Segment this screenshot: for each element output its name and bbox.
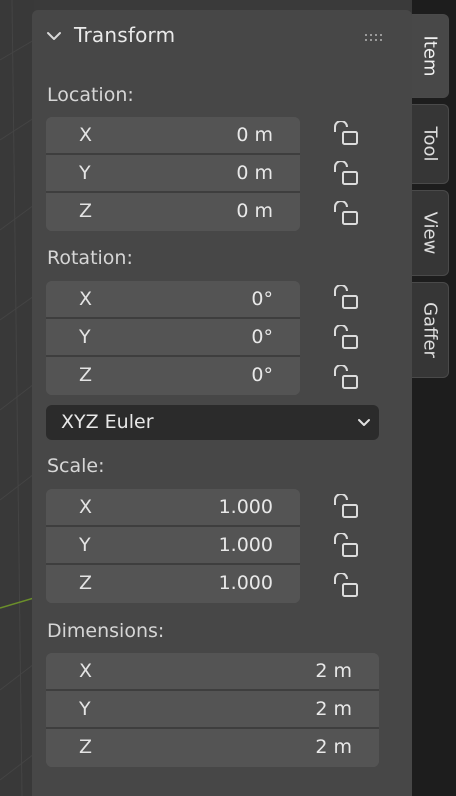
axis-label: Z [79,200,93,222]
field-value: 0° [251,326,273,348]
tab-gaffer[interactable]: Gaffer [412,282,449,378]
unlock-icon[interactable] [331,325,361,351]
field-value: 1.000 [218,496,273,518]
dimensions-label: Dimensions: [47,620,165,642]
scale-z-field[interactable]: Z 1.000 [46,565,300,603]
panel-header[interactable]: Transform [32,14,412,56]
rotation-x-field[interactable]: X 0° [46,281,300,319]
tab-item[interactable]: Item [412,14,449,98]
location-label: Location: [47,84,134,106]
location-z-field[interactable]: Z 0 m [46,193,300,231]
dimensions-z-field[interactable]: Z 2 m [46,729,379,767]
axis-label: X [79,496,93,518]
dimensions-x-field[interactable]: X 2 m [46,653,379,691]
sidebar-tab-bar: Item Tool View Gaffer [412,0,456,796]
rotation-label: Rotation: [47,247,133,269]
axis-label: Z [79,364,93,386]
axis-label: X [79,660,93,682]
scale-label: Scale: [47,455,105,477]
rotation-y-field[interactable]: Y 0° [46,319,300,357]
field-value: 2 m [315,736,352,758]
unlock-icon[interactable] [331,121,361,147]
rotation-mode-dropdown[interactable]: XYZ Euler [46,405,379,440]
field-value: 0° [251,364,273,386]
dimensions-y-field[interactable]: Y 2 m [46,691,379,729]
axis-label: X [79,288,93,310]
panel-title: Transform [74,23,176,47]
unlock-icon[interactable] [331,494,361,520]
chevron-down-icon[interactable] [44,26,64,46]
tab-label: Item [419,35,441,77]
tab-label: View [419,211,441,255]
axis-label: X [79,124,93,146]
viewport-background [0,0,34,796]
tab-label: Tool [419,126,441,162]
axis-label: Y [79,534,91,556]
axis-label: Y [79,326,91,348]
tab-tool[interactable]: Tool [412,104,449,184]
rotation-z-field[interactable]: Z 0° [46,357,300,395]
field-value: 2 m [315,698,352,720]
axis-label: Y [79,162,91,184]
field-value: 1.000 [218,534,273,556]
unlock-icon[interactable] [331,533,361,559]
axis-label: Z [79,572,93,594]
dimensions-fields: X 2 m Y 2 m Z 2 m [46,653,379,767]
unlock-icon[interactable] [331,365,361,391]
scale-x-field[interactable]: X 1.000 [46,489,300,527]
transform-panel: Transform Location: X 0 m Y 0 m Z 0 m Ro… [32,10,412,796]
grip-icon[interactable] [364,32,386,44]
unlock-icon[interactable] [331,573,361,599]
chevron-down-icon [358,419,370,426]
unlock-icon[interactable] [331,161,361,187]
location-x-field[interactable]: X 0 m [46,117,300,155]
field-value: 0 m [236,124,273,146]
unlock-icon[interactable] [331,285,361,311]
viewport-grid [0,0,34,796]
location-fields: X 0 m Y 0 m Z 0 m [46,117,300,231]
axis-label: Z [79,736,93,758]
field-value: 1.000 [218,572,273,594]
rotation-fields: X 0° Y 0° Z 0° [46,281,300,395]
tab-label: Gaffer [419,302,441,358]
field-value: 0 m [236,200,273,222]
axis-label: Y [79,698,91,720]
scale-fields: X 1.000 Y 1.000 Z 1.000 [46,489,300,603]
field-value: 2 m [315,660,352,682]
location-y-field[interactable]: Y 0 m [46,155,300,193]
tab-view[interactable]: View [412,190,449,276]
field-value: 0 m [236,162,273,184]
field-value: 0° [251,288,273,310]
unlock-icon[interactable] [331,201,361,227]
scale-y-field[interactable]: Y 1.000 [46,527,300,565]
rotation-mode-value: XYZ Euler [61,411,154,433]
